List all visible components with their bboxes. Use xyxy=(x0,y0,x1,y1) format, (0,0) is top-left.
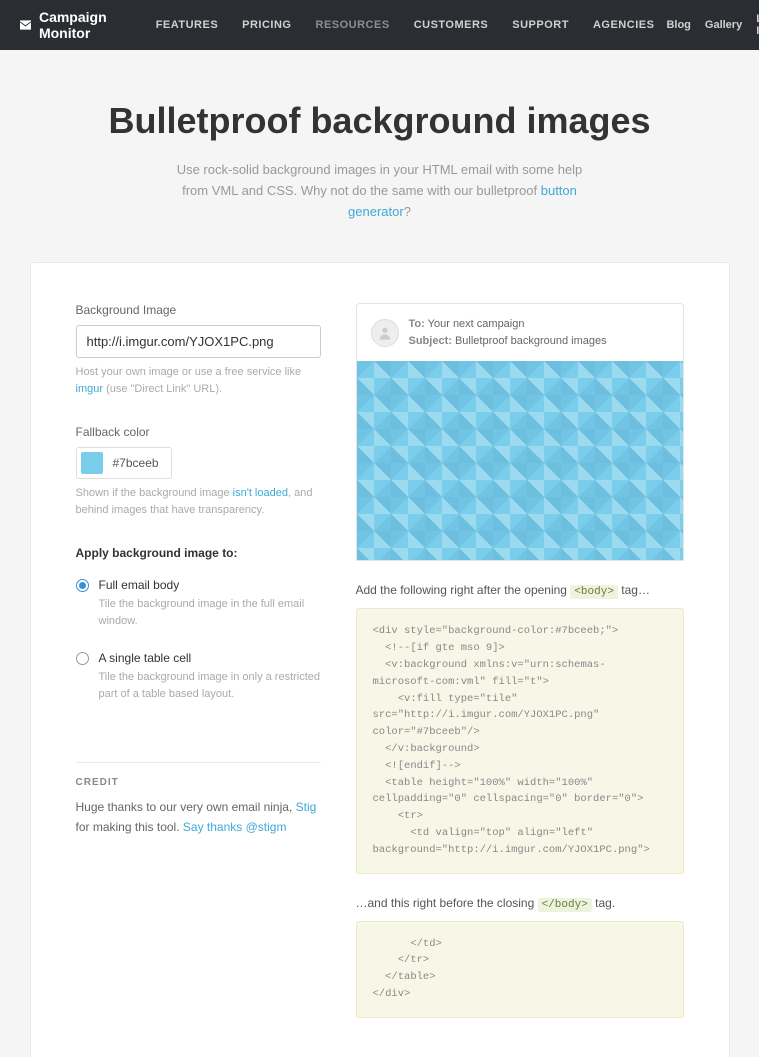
bg-image-hint: Host your own image or use a free servic… xyxy=(76,364,321,397)
nav-resources[interactable]: RESOURCES xyxy=(304,19,402,31)
radio-label: A single table cell xyxy=(99,651,192,665)
instruction-top: Add the following right after the openin… xyxy=(356,583,684,598)
preview-column: To: Your next campaign Subject: Bulletpr… xyxy=(356,303,684,1017)
preview-meta: To: Your next campaign Subject: Bulletpr… xyxy=(409,316,607,349)
body-open-tag: <body> xyxy=(570,585,618,599)
instruction-bottom: …and this right before the closing </bod… xyxy=(356,896,684,911)
fallback-hint: Shown if the background image isn't load… xyxy=(76,485,321,518)
fallback-label: Fallback color xyxy=(76,425,321,439)
color-swatch-icon xyxy=(81,452,103,474)
brand-name: Campaign Monitor xyxy=(39,9,114,41)
radio-single-cell[interactable]: A single table cell Tile the background … xyxy=(76,651,321,702)
color-swatch-input[interactable]: #7bceeb xyxy=(76,447,172,479)
form-column: Background Image Host your own image or … xyxy=(76,303,321,1017)
tool-card: Background Image Host your own image or … xyxy=(30,262,730,1057)
nav-pricing[interactable]: PRICING xyxy=(230,19,303,31)
site-header: Campaign Monitor FEATURES PRICING RESOUR… xyxy=(0,0,759,50)
nav-agencies[interactable]: AGENCIES xyxy=(581,19,666,31)
avatar-icon xyxy=(371,319,399,347)
stig-link[interactable]: Stig xyxy=(296,800,317,814)
link-blog[interactable]: Blog xyxy=(666,19,690,31)
page-subtitle: Use rock-solid background images in your… xyxy=(170,160,590,222)
envelope-icon xyxy=(20,18,31,32)
nav-support[interactable]: SUPPORT xyxy=(500,19,581,31)
nav-features[interactable]: FEATURES xyxy=(144,19,230,31)
credit-text: Huge thanks to our very own email ninja,… xyxy=(76,798,321,836)
fallback-section: Fallback color #7bceeb Shown if the back… xyxy=(76,425,321,518)
to-value: Your next campaign xyxy=(428,318,525,330)
header-right: Blog Gallery Log In SIGN UP xyxy=(666,3,759,47)
radio-icon xyxy=(76,579,89,592)
brand-logo[interactable]: Campaign Monitor xyxy=(20,9,114,41)
radio-icon xyxy=(76,652,89,665)
bg-image-section: Background Image Host your own image or … xyxy=(76,303,321,397)
stigm-twitter-link[interactable]: Say thanks @stigm xyxy=(183,820,287,834)
apply-section: Apply background image to: Full email bo… xyxy=(76,546,321,702)
isnt-loaded-link[interactable]: isn't loaded xyxy=(233,487,288,499)
radio-label: Full email body xyxy=(99,578,180,592)
hero: Bulletproof background images Use rock-s… xyxy=(0,50,759,262)
bg-image-input[interactable] xyxy=(76,325,321,358)
page-title: Bulletproof background images xyxy=(20,100,739,142)
email-preview-body xyxy=(356,361,684,561)
code-block-bottom[interactable]: </td> </tr> </table> </div> xyxy=(356,921,684,1018)
radio-full-body[interactable]: Full email body Tile the background imag… xyxy=(76,578,321,629)
preview-header: To: Your next campaign Subject: Bulletpr… xyxy=(356,303,684,361)
radio-desc: Tile the background image in only a rest… xyxy=(99,669,321,702)
credit-heading: CREDIT xyxy=(76,777,321,788)
bg-image-label: Background Image xyxy=(76,303,321,317)
divider xyxy=(76,762,321,763)
to-label: To: xyxy=(409,318,425,330)
subject-value: Bulletproof background images xyxy=(455,335,607,347)
color-value: #7bceeb xyxy=(113,456,167,470)
link-gallery[interactable]: Gallery xyxy=(705,19,742,31)
subject-label: Subject: xyxy=(409,335,452,347)
imgur-link[interactable]: imgur xyxy=(76,383,104,395)
apply-label: Apply background image to: xyxy=(76,546,321,560)
nav-customers[interactable]: CUSTOMERS xyxy=(402,19,501,31)
radio-desc: Tile the background image in the full em… xyxy=(99,596,321,629)
code-block-top[interactable]: <div style="background-color:#7bceeb;"> … xyxy=(356,608,684,873)
primary-nav: FEATURES PRICING RESOURCES CUSTOMERS SUP… xyxy=(144,19,667,31)
